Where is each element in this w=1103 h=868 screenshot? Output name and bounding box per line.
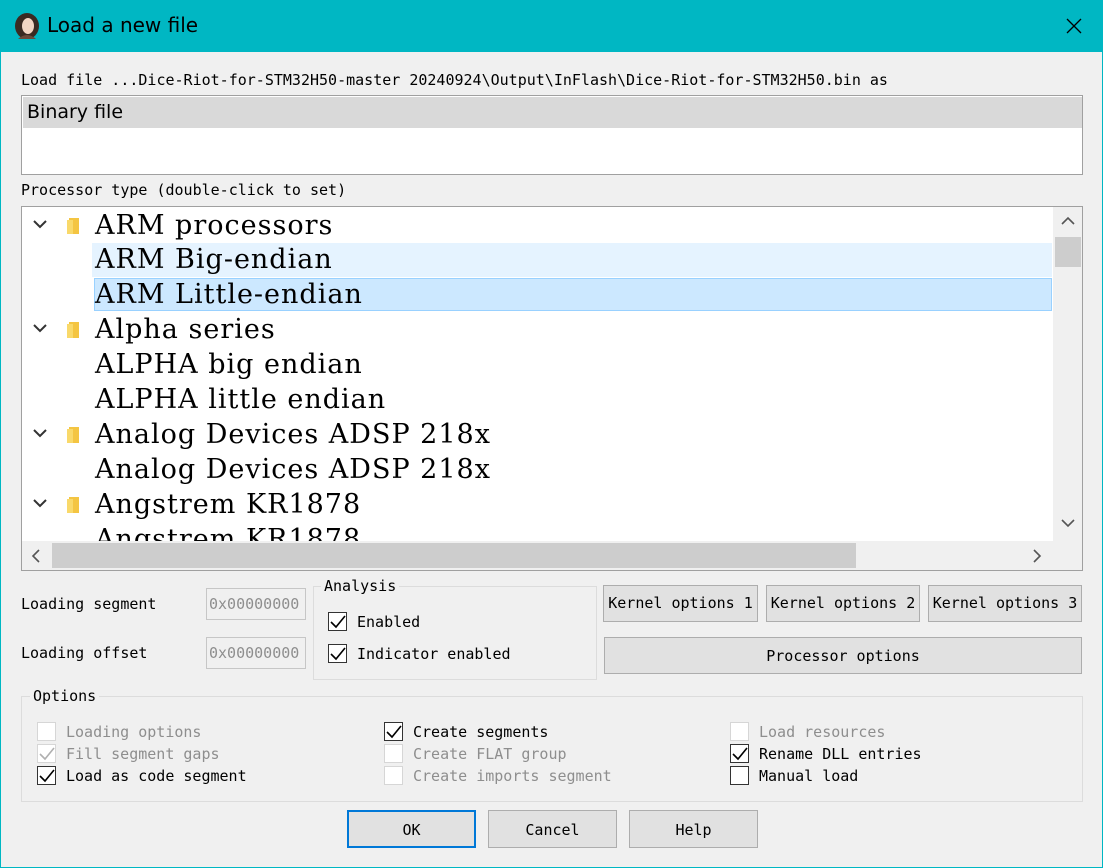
horizontal-scroll-thumb[interactable] [52,543,856,568]
close-button[interactable] [1045,0,1103,52]
checkmark-icon [39,769,55,783]
analysis-group-title: Analysis [321,577,400,595]
loading-options-checkbox[interactable] [37,722,57,742]
scroll-up-icon[interactable] [1061,216,1075,226]
tree-item-label: Angstrem KR1878 [95,524,362,541]
chevron-down-icon[interactable] [32,323,48,335]
ok-button[interactable]: OK [347,810,476,848]
checkmark-icon [386,725,402,739]
tree-group-adsp[interactable]: Analog Devices ADSP 218x [22,418,1054,453]
loading-offset-label: Loading offset [21,644,148,662]
checkmark-icon [732,747,748,761]
vertical-scrollbar[interactable] [1053,207,1082,541]
folder-icon [67,427,79,443]
loading-segment-label: Loading segment [21,595,157,613]
checkmark-icon [330,647,346,661]
chevron-down-icon[interactable] [32,498,48,510]
tree-item-label: ARM Little-endian [95,279,363,310]
load-file-label: Load file ...Dice-Riot-for-STM32H50-mast… [21,71,888,89]
checkmark-icon [39,747,55,761]
app-portrait-icon [15,13,39,39]
tree-item-arm-little-endian[interactable]: ARM Little-endian [22,278,1054,313]
loading-offset-input[interactable]: 0x00000000 [206,637,306,669]
create-segments-checkbox[interactable] [384,722,404,742]
kernel-options-2-button[interactable]: Kernel options 2 [766,585,920,622]
rename-dll-entries-label: Rename DLL entries [759,745,922,763]
create-imports-segment-checkbox[interactable] [384,766,404,786]
options-group-title: Options [30,687,100,705]
vertical-scroll-thumb[interactable] [1055,237,1081,267]
fill-segment-gaps-checkbox[interactable] [37,744,57,764]
tree-group-arm[interactable]: ARM processors [22,209,1054,244]
create-flat-group-checkbox[interactable] [384,744,404,764]
analysis-enabled-checkbox[interactable] [328,612,348,632]
tree-item-angstrem-kr1878[interactable]: Angstrem KR1878 [22,523,1054,541]
create-imports-segment-label: Create imports segment [413,767,612,785]
indicator-enabled-checkbox[interactable] [328,644,348,664]
scroll-down-icon[interactable] [1061,518,1075,528]
folder-icon [67,497,79,513]
tree-item-label: ALPHA little endian [95,384,387,415]
fill-segment-gaps-label: Fill segment gaps [66,745,220,763]
folder-icon [67,218,79,234]
create-flat-group-label: Create FLAT group [413,745,567,763]
processor-type-label: Processor type (double-click to set) [21,181,347,199]
scroll-left-icon[interactable] [31,549,41,563]
loading-options-label: Loading options [66,723,202,741]
loading-segment-input[interactable]: 0x00000000 [206,588,306,620]
chevron-down-icon[interactable] [32,428,48,440]
scrollbar-corner [1053,541,1082,570]
cancel-button[interactable]: Cancel [488,810,617,848]
tree-item-label: ARM Big-endian [95,244,333,275]
folder-icon [67,322,79,338]
rename-dll-entries-checkbox[interactable] [730,744,750,764]
kernel-options-1-button[interactable]: Kernel options 1 [603,585,758,622]
horizontal-scrollbar[interactable] [22,541,1053,570]
manual-load-checkbox[interactable] [730,766,750,786]
tree-item-label: Analog Devices ADSP 218x [95,454,491,485]
window-title: Load a new file [47,13,199,37]
tree-group-alpha[interactable]: Alpha series [22,313,1054,348]
kernel-options-3-button[interactable]: Kernel options 3 [928,585,1082,622]
title-bar: Load a new file [0,0,1103,52]
analysis-group [313,586,597,680]
checkmark-icon [330,615,346,629]
tree-item-alpha-big-endian[interactable]: ALPHA big endian [22,348,1054,383]
load-as-code-segment-label: Load as code segment [66,767,247,785]
load-as-code-segment-checkbox[interactable] [37,766,57,786]
scroll-right-icon[interactable] [1032,549,1042,563]
tree-item-arm-big-endian[interactable]: ARM Big-endian [22,243,1054,278]
tree-item-label: Analog Devices ADSP 218x [95,419,491,450]
tree-item-label: ALPHA big endian [95,349,363,380]
manual-load-label: Manual load [759,767,859,785]
tree-item-label: ARM processors [95,210,334,241]
load-resources-label: Load resources [759,723,886,741]
tree-item-label: Alpha series [95,314,276,345]
file-type-item[interactable]: Binary file [23,97,1082,128]
tree-item-alpha-little-endian[interactable]: ALPHA little endian [22,383,1054,418]
close-icon [1066,18,1082,34]
analysis-enabled-label: Enabled [357,613,421,631]
processor-tree[interactable]: ARM processors ARM Big-endian ARM Little… [21,206,1083,571]
file-type-list[interactable]: Binary file [21,95,1083,175]
processor-options-button[interactable]: Processor options [604,637,1082,674]
tree-item-adsp-218x[interactable]: Analog Devices ADSP 218x [22,453,1054,488]
tree-group-angstrem[interactable]: Angstrem KR1878 [22,488,1054,523]
indicator-enabled-label: Indicator enabled [357,645,511,663]
create-segments-label: Create segments [413,723,549,741]
processor-tree-viewport: ARM processors ARM Big-endian ARM Little… [22,207,1054,541]
chevron-down-icon[interactable] [32,219,48,231]
file-type-item-label: Binary file [27,101,124,123]
help-button[interactable]: Help [629,810,758,848]
load-resources-checkbox[interactable] [730,722,750,742]
tree-item-label: Angstrem KR1878 [95,489,362,520]
